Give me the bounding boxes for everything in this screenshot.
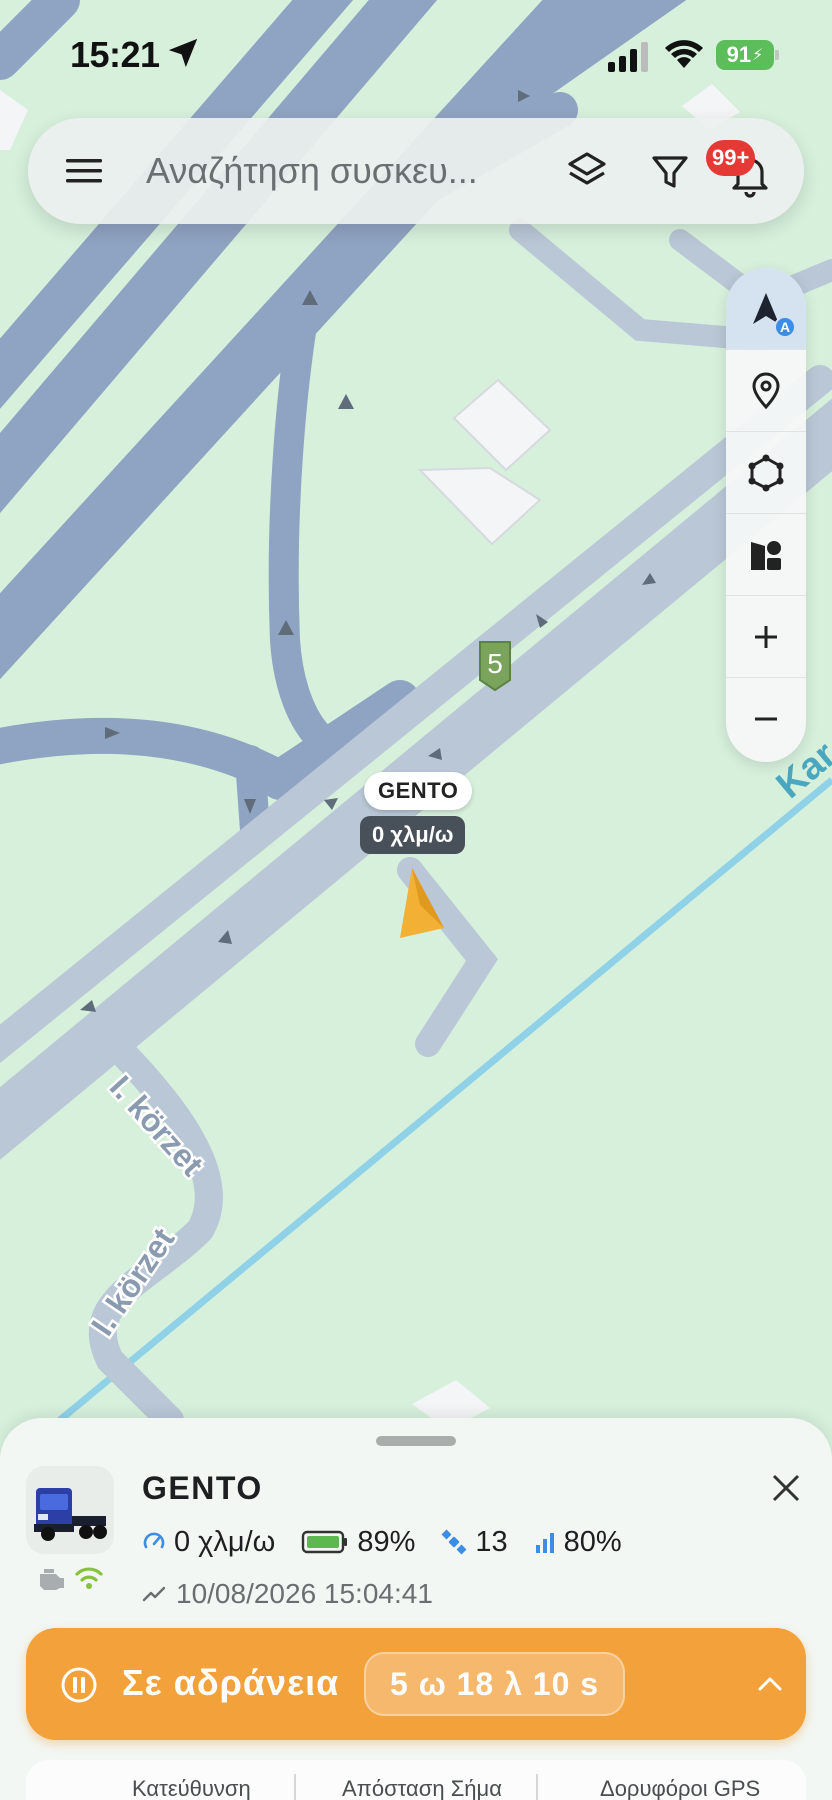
truck-icon (34, 1488, 107, 1541)
location-pin-button[interactable] (726, 350, 806, 432)
geofence-button[interactable] (726, 432, 806, 514)
battery-tip (775, 50, 779, 60)
search-bar (28, 118, 804, 224)
location-pin-icon (752, 372, 780, 409)
speedometer-icon (143, 1532, 165, 1549)
vehicle-map-label[interactable]: GENTO (364, 772, 473, 810)
satellite-icon (441, 1529, 467, 1555)
cellular-signal-icon (608, 42, 648, 72)
last-update-time: 10/08/2026 15:04:41 (176, 1578, 433, 1609)
signal-value: 80% (563, 1525, 622, 1558)
signal-stat: 80% (534, 1526, 622, 1559)
zoom-in-button[interactable] (726, 596, 806, 678)
signal-strength-icon (535, 1533, 554, 1553)
chevron-up-icon[interactable] (754, 1668, 786, 1700)
shapes-icon (751, 540, 781, 570)
close-icon[interactable] (768, 1470, 804, 1506)
battery-value: 89% (357, 1525, 416, 1558)
connection-icon (75, 1567, 103, 1589)
tab-distance[interactable]: Απόσταση Σήμα (342, 1776, 502, 1800)
tab-divider (536, 1774, 538, 1800)
vehicle-map-speed: 0 χλμ/ω (360, 816, 466, 854)
device-stats: 0 χλμ/ω 89% 13 80% (142, 1522, 648, 1562)
satellites-stat: 13 (441, 1525, 508, 1559)
engine-icon (40, 1569, 64, 1590)
vehicle-status-button[interactable]: Σε αδράνεια 5 ω 18 λ 10 s (26, 1628, 806, 1740)
battery-stat: 89% (301, 1526, 415, 1559)
pause-icon (61, 1667, 97, 1703)
layers-icon[interactable] (564, 148, 610, 194)
shapes-button[interactable] (726, 514, 806, 596)
tab-direction[interactable]: Κατεύθυνση (132, 1776, 251, 1800)
battery-icon (302, 1530, 348, 1554)
navigation-mode-button[interactable]: A (726, 268, 806, 350)
status-time: 15:21 (70, 34, 160, 75)
device-name: GENTO (142, 1470, 263, 1506)
notifications-badge: 99+ (706, 140, 756, 176)
route-shield-icon: 5 (479, 641, 511, 692)
battery-level: 91 (726, 42, 752, 67)
auto-badge: A (774, 316, 796, 338)
device-avatar (26, 1466, 114, 1554)
device-search-input[interactable] (146, 144, 566, 198)
status-duration: 5 ω 18 λ 10 s (364, 1652, 626, 1716)
zoom-out-icon (755, 717, 777, 721)
filter-icon[interactable] (648, 150, 692, 194)
polygon-geofence-icon (748, 454, 784, 491)
speed-value: 0 χλμ/ω (174, 1525, 276, 1558)
details-tabs: Κατεύθυνση Απόσταση Σήμα Δορυφόροι GPS (26, 1760, 806, 1800)
speed-stat: 0 χλμ/ω (142, 1526, 275, 1559)
location-services-icon (168, 38, 198, 68)
system-status-bar: 15:21 91 ⚡ (0, 0, 832, 110)
sheet-drag-handle[interactable] (376, 1436, 456, 1446)
satellites-value: 13 (475, 1525, 508, 1558)
tab-gps-satellites[interactable]: Δορυφόροι GPS (600, 1776, 760, 1800)
battery-indicator: 91 ⚡ (716, 40, 774, 70)
zoom-out-button[interactable] (726, 678, 806, 760)
last-update-row: 10/08/2026 15:04:41 (142, 1576, 433, 1612)
tab-divider (294, 1774, 296, 1800)
status-label: Σε αδράνεια (122, 1662, 340, 1703)
device-bottom-sheet: GENTO 0 χλμ/ω 89% 13 80% 10/08/2026 15:0… (0, 1418, 832, 1800)
menu-icon[interactable] (64, 151, 104, 191)
trend-icon (142, 1586, 166, 1602)
wifi-icon (665, 40, 703, 68)
map-tools-panel: A (726, 268, 806, 762)
route-shield-number: 5 (487, 648, 503, 679)
zoom-in-icon (755, 625, 777, 648)
